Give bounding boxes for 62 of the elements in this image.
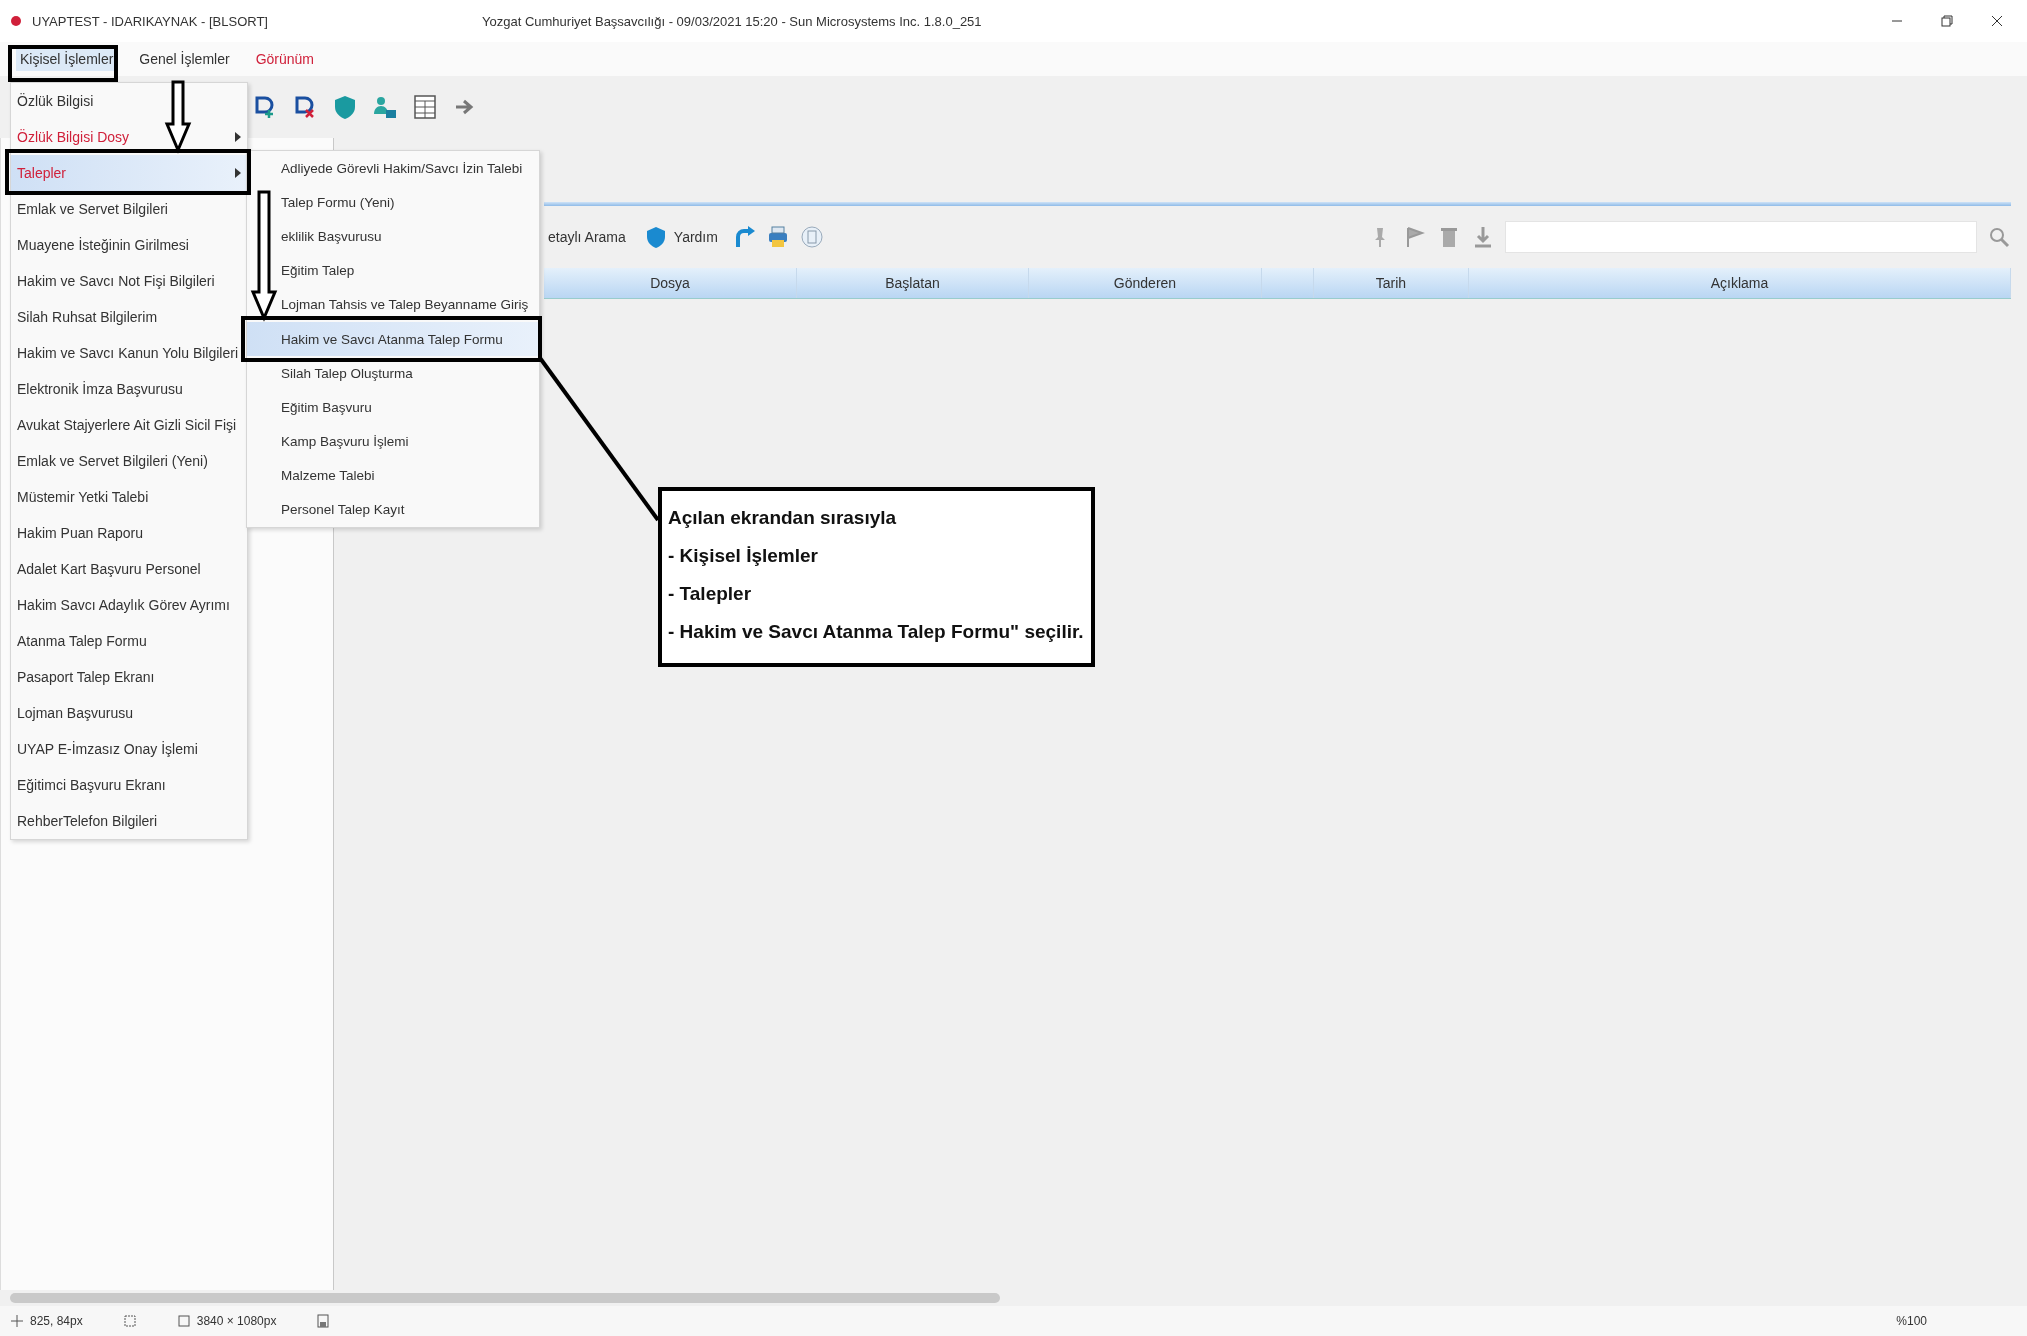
menu-item[interactable]: Avukat Stajyerlere Ait Gizli Sicil Fişi xyxy=(11,407,247,443)
crosshair-icon xyxy=(10,1314,24,1328)
menu-item[interactable]: Eğitimci Başvuru Ekranı xyxy=(11,767,247,803)
submenu-item[interactable]: Talep Formu (Yeni) xyxy=(247,185,539,220)
menu-item[interactable]: Müstemir Yetki Talebi xyxy=(11,479,247,515)
menu-item[interactable]: Özlük Bilgisi Dosy xyxy=(11,119,247,155)
submenu-item[interactable]: Eğitim Talep xyxy=(247,253,539,288)
window-subtitle: Yozgat Cumhuriyet Başsavcılığı - 09/03/2021 15:20 - Sun Microsystems Inc. 1.8.0_251 xyxy=(482,13,983,29)
submenu-item[interactable]: eklilik Başvurusu xyxy=(247,219,539,254)
search-field[interactable] xyxy=(1505,221,1977,253)
menu-item[interactable]: Adalet Kart Başvuru Personel xyxy=(11,551,247,587)
menu-item[interactable]: UYAP E-İmzasız Onay İşlemi xyxy=(11,731,247,767)
menu-item[interactable]: Emlak ve Servet Bilgileri (Yeni) xyxy=(11,443,247,479)
close-icon xyxy=(1991,15,2003,27)
menu-item[interactable]: Atanma Talep Formu xyxy=(11,623,247,659)
search-icon[interactable] xyxy=(1987,225,2011,249)
column-header[interactable]: Başlatan xyxy=(797,268,1029,298)
app-icon xyxy=(10,15,22,27)
menu-item[interactable]: Hakim ve Savcı Kanun Yolu Bilgileri xyxy=(11,335,247,371)
column-header[interactable]: Açıklama xyxy=(1469,268,2011,298)
help-button[interactable]: Yardım xyxy=(639,223,722,251)
calculator-icon[interactable] xyxy=(412,94,438,120)
clipboard-icon[interactable] xyxy=(799,225,824,249)
menu-item[interactable]: Hakim Puan Raporu xyxy=(11,515,247,551)
submenu-item[interactable]: Silah Talep Oluşturma xyxy=(247,356,539,391)
menu-bar-item[interactable]: Görünüm xyxy=(251,47,318,71)
callout-text: Açılan ekrandan sırasıyla - Kişisel İşlemler - Talepler - Hakim ve Savcı Atanma Talep Formu" seçilir. xyxy=(668,506,1085,644)
submenu-caret-icon xyxy=(235,168,241,178)
image-dimensions: 3840 × 1080px xyxy=(196,1314,277,1328)
submenu-item[interactable]: Eğitim Başvuru xyxy=(247,390,539,425)
column-header[interactable]: Tarih xyxy=(1314,268,1469,298)
submenu-item[interactable]: Adliyede Görevli Hakim/Savcı İzin Talebi xyxy=(247,151,539,186)
menu-item[interactable]: Hakim ve Savcı Not Fişi Bilgileri xyxy=(11,263,247,299)
submenu-item[interactable]: Hakim ve Savcı Atanma Talep Formu xyxy=(247,321,539,357)
menu-item[interactable]: Pasaport Talep Ekranı xyxy=(11,659,247,695)
submenu-item[interactable]: Malzeme Talebi xyxy=(247,458,539,493)
horizontal-scrollbar[interactable] xyxy=(10,1293,1000,1303)
column-header[interactable]: Dosya xyxy=(544,268,797,298)
menu-item[interactable]: Lojman Başvurusu xyxy=(11,695,247,731)
menu-item[interactable]: Özlük Bilgisi xyxy=(11,83,247,119)
menu-bar-item[interactable]: Genel İşlemler xyxy=(135,47,234,71)
menu-item[interactable]: Emlak ve Servet Bilgileri xyxy=(11,191,247,227)
menu-item[interactable]: RehberTelefon Bilgileri xyxy=(11,803,247,839)
cursor-position: 825, 84px xyxy=(30,1314,83,1328)
zoom-level: %100 xyxy=(1896,1314,1927,1328)
submenu-item[interactable]: Kamp Başvuru İşlemi xyxy=(247,424,539,459)
people-icon[interactable] xyxy=(372,94,398,120)
menu-item[interactable]: Silah Ruhsat Bilgilerim xyxy=(11,299,247,335)
menu-item[interactable]: Hakim Savcı Adaylık Görev Ayrımı xyxy=(11,587,247,623)
column-header[interactable]: Gönderen xyxy=(1029,268,1262,298)
menu-item[interactable]: Muayene İsteğinin Girilmesi xyxy=(11,227,247,263)
submenu-item[interactable]: Lojman Tahsis ve Talep Beyanname Giriş xyxy=(247,287,539,322)
restore-icon xyxy=(1941,15,1953,27)
window-title: UYAPTEST - IDARIKAYNAK - [BLSORT] xyxy=(32,13,269,29)
selection-icon xyxy=(122,1314,137,1328)
menu-item[interactable]: Elektronik İmza Başvurusu xyxy=(11,371,247,407)
detailed-search-button[interactable]: etaylı Arama xyxy=(544,227,630,247)
image-size-icon xyxy=(176,1314,191,1328)
menu-item[interactable]: Talepler xyxy=(11,155,247,191)
submenu-caret-icon xyxy=(235,132,241,142)
shield-icon[interactable] xyxy=(332,94,358,120)
submenu-item[interactable]: Personel Talep Kayıt xyxy=(247,492,539,528)
